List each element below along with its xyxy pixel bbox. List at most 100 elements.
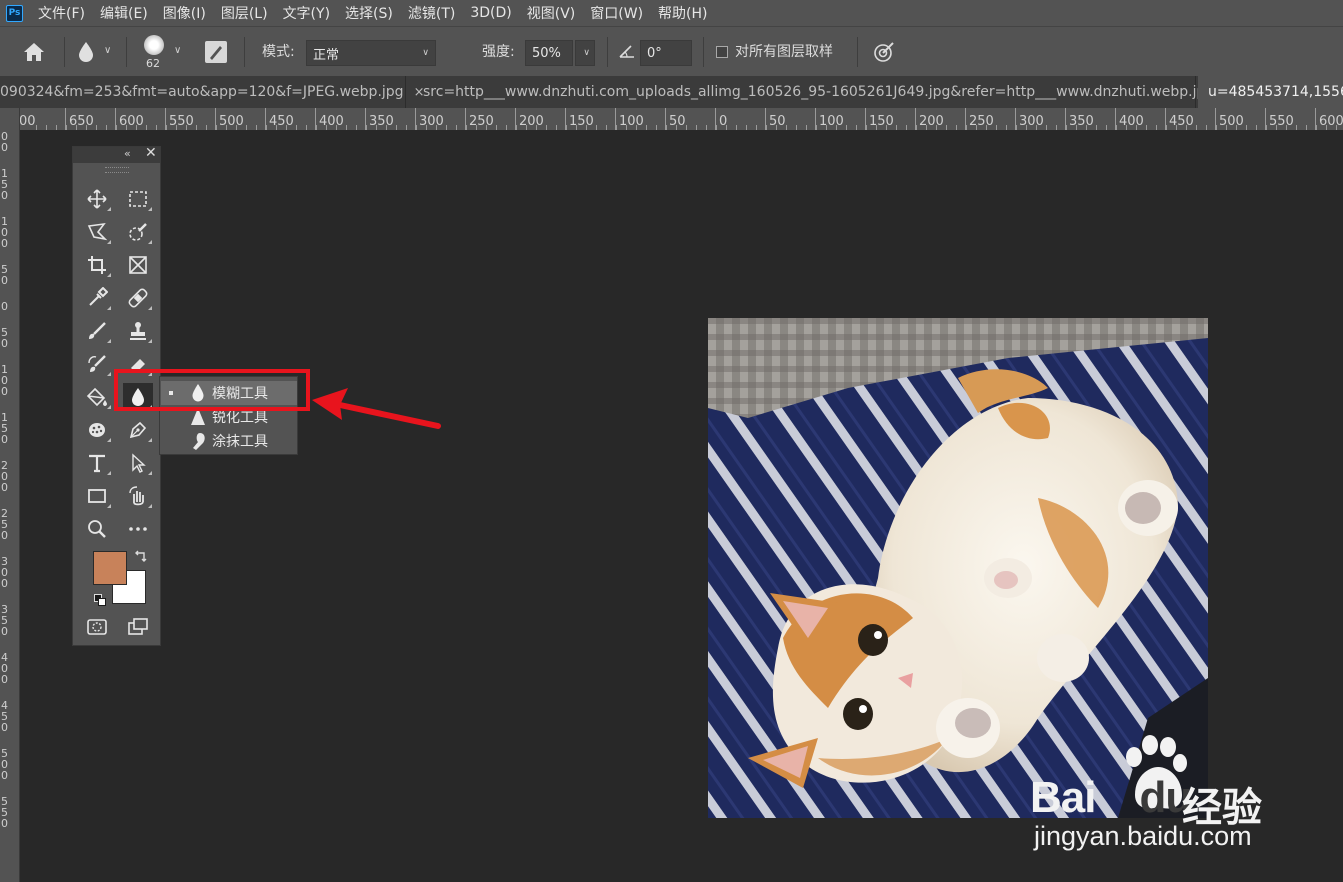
menu-file[interactable]: 文件(F) (38, 3, 85, 23)
ruler-tick-label: 250 (469, 114, 494, 129)
angle-input[interactable]: 0° (640, 40, 692, 66)
hand-tool[interactable] (123, 482, 153, 510)
brush-settings-icon[interactable] (205, 41, 227, 63)
quick-mask-button[interactable] (82, 613, 112, 641)
ruler-tick-label: 400 (1119, 114, 1144, 129)
brush-preview-icon[interactable] (144, 35, 164, 55)
menu-layer[interactable]: 图层(L) (221, 3, 268, 23)
screen-mode-button[interactable] (123, 613, 153, 641)
document-tab[interactable]: 090324&fm=253&fmt=auto&app=120&f=JPEG.we… (0, 76, 424, 108)
menu-window[interactable]: 窗口(W) (590, 3, 643, 23)
frame-tool[interactable] (123, 251, 153, 279)
mode-dropdown[interactable]: 正常 ∨ (306, 40, 436, 66)
ruler-minor-tick (266, 125, 267, 130)
ruler-minor-tick (1116, 125, 1117, 130)
paint-bucket-tool[interactable] (82, 383, 112, 411)
chevron-down-icon[interactable]: ∨ (174, 45, 181, 56)
sample-all-layers-checkbox[interactable] (716, 46, 728, 58)
menu-view[interactable]: 视图(V) (527, 3, 576, 23)
ruler-minor-tick (876, 125, 877, 130)
document-tab-active[interactable]: u=485453714,15564 (1198, 76, 1343, 108)
eyedropper-tool[interactable] (82, 284, 112, 312)
collapse-icon[interactable]: « (124, 147, 131, 160)
zoom-tool[interactable] (82, 515, 112, 543)
ruler-minor-tick (606, 125, 607, 130)
flyout-item-smudge[interactable]: 涂抹工具 (161, 429, 297, 453)
ruler-minor-tick (1076, 125, 1077, 130)
document-tab[interactable]: src=http___www.dnzhuti.com_uploads_allim… (414, 76, 1235, 108)
quick-selection-tool[interactable] (123, 218, 153, 246)
ruler-minor-tick (896, 125, 897, 130)
grip-icon[interactable] (105, 167, 129, 173)
ruler-tick-label: 0 (1, 337, 8, 350)
crop-tool[interactable] (82, 251, 112, 279)
ruler-minor-tick (506, 125, 507, 130)
tool-preset-blur-icon[interactable] (76, 40, 96, 64)
menu-filter[interactable]: 滤镜(T) (408, 3, 455, 23)
magnifier-icon (88, 520, 106, 538)
chevron-down-icon[interactable]: ∨ (104, 45, 111, 56)
ruler-minor-tick (336, 125, 337, 130)
dodge-tool[interactable] (82, 416, 112, 444)
ruler-minor-tick (886, 125, 887, 130)
pen-tool[interactable] (123, 416, 153, 444)
ruler-minor-tick (126, 125, 127, 130)
ruler-minor-tick (736, 125, 737, 130)
menu-select[interactable]: 选择(S) (345, 3, 393, 23)
flyout-label: 涂抹工具 (212, 434, 268, 450)
menu-image[interactable]: 图像(I) (163, 3, 206, 23)
home-icon[interactable] (22, 41, 46, 63)
ruler-tick-label: 0 (1, 274, 8, 287)
ruler-minor-tick (776, 125, 777, 130)
foreground-color-swatch[interactable] (93, 551, 127, 585)
menu-edit[interactable]: 编辑(E) (100, 3, 148, 23)
tools-panel-header[interactable]: « ✕ (73, 145, 160, 163)
strength-label: 强度: (482, 44, 515, 60)
brush-tool[interactable] (82, 317, 112, 345)
lasso-tool[interactable] (82, 218, 112, 246)
ruler-tick-label: 600 (119, 114, 144, 129)
ruler-minor-tick (416, 125, 417, 130)
ruler-tick-label: 550 (169, 114, 194, 129)
clone-stamp-tool[interactable] (123, 317, 153, 345)
strength-input[interactable]: 50% (525, 40, 573, 66)
ruler-tick-label: 50 (769, 114, 786, 129)
ruler-minor-tick (536, 125, 537, 130)
menu-type[interactable]: 文字(Y) (283, 3, 330, 23)
move-tool[interactable] (82, 185, 112, 213)
ruler-minor-tick (916, 125, 917, 130)
menu-help[interactable]: 帮助(H) (658, 3, 707, 23)
marquee-tool[interactable] (123, 185, 153, 213)
close-icon[interactable]: ✕ (145, 145, 157, 161)
path-selection-tool[interactable] (123, 449, 153, 477)
ruler-minor-tick (926, 125, 927, 130)
horizontal-ruler: 00 650 600 550 500 450 400 350 300 250 200 150 100 50… (20, 108, 1343, 130)
swap-colors-icon[interactable] (133, 549, 147, 563)
ruler-tick-label: 200 (919, 114, 944, 129)
sample-all-layers-label: 对所有图层取样 (735, 44, 833, 60)
ruler-minor-tick (246, 125, 247, 130)
default-colors-icon[interactable] (94, 591, 106, 606)
rectangle-tool[interactable] (82, 482, 112, 510)
ruler-minor-tick (1026, 125, 1027, 130)
more-tools-button[interactable] (123, 515, 153, 543)
menu-bar: Ps 文件(F) 编辑(E) 图像(I) 图层(L) 文字(Y) 选择(S) 滤… (0, 0, 1343, 26)
healing-brush-tool[interactable] (123, 284, 153, 312)
paint-bucket-icon (86, 387, 107, 407)
type-tool[interactable] (82, 449, 112, 477)
ruler-tick-label: 0 (1, 481, 8, 494)
ruler-tick-label: 0 (1, 817, 8, 830)
menu-3d[interactable]: 3D(D) (470, 5, 511, 21)
annotation-arrow-icon (312, 388, 441, 429)
ruler-minor-tick (36, 125, 37, 130)
history-brush-tool[interactable] (82, 350, 112, 378)
ruler-minor-tick (1326, 125, 1327, 130)
ruler-minor-tick (1236, 125, 1237, 130)
ruler-tick-label: 0 (1, 237, 8, 250)
ruler-tick-label: 0 (1, 721, 8, 734)
pressure-icon[interactable] (872, 40, 896, 64)
tab-title: u=485453714,15564 (1208, 84, 1343, 100)
strength-slider-toggle[interactable]: ∨ (575, 40, 595, 66)
ruler-minor-tick (1156, 125, 1157, 130)
ruler-minor-tick (996, 125, 997, 130)
